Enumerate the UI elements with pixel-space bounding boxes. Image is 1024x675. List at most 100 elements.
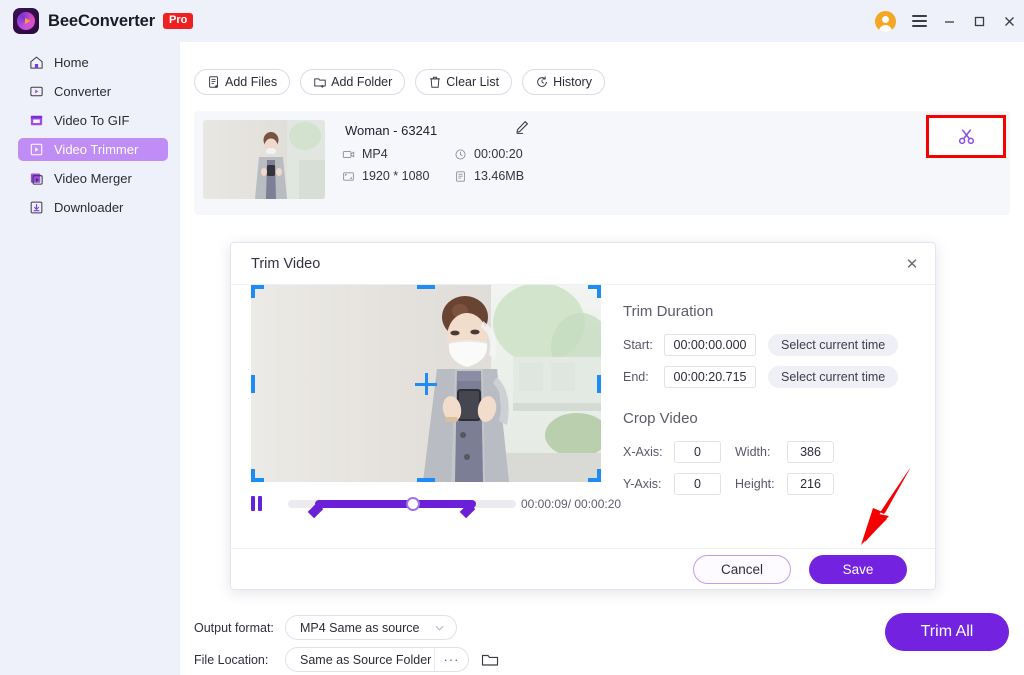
dialog-body: 00:00:09/ 00:00:20 Trim Duration Start: …: [231, 285, 935, 549]
dialog-title: Trim Video: [251, 256, 320, 272]
crop-handle-top-center[interactable]: [417, 285, 435, 289]
crop-overlay[interactable]: [251, 285, 601, 482]
file-format-value: MP4: [362, 147, 388, 161]
y-axis-row: Y-Axis: 0 Height: 216: [623, 473, 923, 495]
file-size-value: 13.46MB: [474, 169, 524, 183]
output-format-row: Output format: MP4 Same as source: [194, 615, 499, 640]
crop-center-plus-icon: [415, 373, 437, 395]
bee-converter-logo-icon: [13, 8, 39, 34]
add-folder-icon: [313, 75, 327, 89]
dialog-close-button[interactable]: ✕: [903, 255, 921, 273]
open-folder-icon[interactable]: [481, 652, 499, 668]
progress-knob[interactable]: [406, 497, 420, 511]
add-folder-button[interactable]: Add Folder: [300, 69, 405, 95]
main-content: Add Files Add Folder: [180, 42, 1024, 675]
video-thumbnail: [203, 120, 325, 199]
save-button[interactable]: Save: [809, 555, 907, 584]
trim-all-button[interactable]: Trim All: [885, 613, 1009, 651]
app-window: BeeConverter Pro: [0, 0, 1024, 675]
sidebar: Home Converter: [0, 42, 180, 675]
maximize-icon: [973, 15, 986, 28]
history-button[interactable]: History: [522, 69, 605, 95]
add-files-button[interactable]: Add Files: [194, 69, 290, 95]
start-time-row: Start: 00:00:00.000 Select current time: [623, 334, 923, 356]
cancel-button[interactable]: Cancel: [693, 555, 791, 584]
end-time-row: End: 00:00:20.715 Select current time: [623, 366, 923, 388]
button-label: Clear List: [446, 75, 499, 89]
clock-icon: [454, 148, 467, 161]
sidebar-item-converter[interactable]: Converter: [18, 80, 168, 103]
progress-track[interactable]: [288, 500, 516, 508]
crop-handle-bottom-center[interactable]: [417, 478, 435, 482]
file-location-label: File Location:: [194, 653, 285, 667]
maximize-button[interactable]: [964, 0, 994, 42]
video-preview[interactable]: [251, 285, 601, 482]
scissors-icon: [957, 127, 976, 146]
sidebar-item-home[interactable]: Home: [18, 51, 168, 74]
button-label: Add Folder: [331, 75, 392, 89]
file-duration: 00:00:20: [454, 147, 524, 161]
dialog-footer: Cancel Save: [231, 548, 935, 589]
crop-handle-top-right-v[interactable]: [597, 285, 601, 298]
sidebar-item-label: Video Merger: [54, 171, 132, 186]
file-size-icon: [454, 170, 467, 183]
file-size: 13.46MB: [454, 169, 524, 183]
pencil-edit-icon[interactable]: [514, 119, 530, 135]
width-input[interactable]: 386: [787, 441, 834, 463]
minimize-icon: [943, 15, 956, 28]
sidebar-item-label: Downloader: [54, 200, 123, 215]
cut-button-highlight[interactable]: [926, 115, 1006, 158]
width-label: Width:: [735, 445, 787, 459]
pause-icon[interactable]: [251, 496, 262, 511]
sidebar-item-video-trimmer[interactable]: Video Trimmer: [18, 138, 168, 161]
file-toolbar: Add Files Add Folder: [194, 69, 605, 95]
file-location-row: File Location: Same as Source Folder ···: [194, 647, 499, 672]
crop-handle-bottom-left-v[interactable]: [251, 469, 255, 482]
file-duration-value: 00:00:20: [474, 147, 523, 161]
end-select-current-time-button[interactable]: Select current time: [768, 366, 898, 388]
browse-dots-button[interactable]: ···: [434, 648, 468, 671]
crop-handle-bottom-right-v[interactable]: [597, 469, 601, 482]
video-to-gif-icon: [29, 113, 44, 128]
history-clock-icon: [535, 75, 549, 89]
add-files-icon: [207, 75, 221, 89]
y-axis-label: Y-Axis:: [623, 477, 674, 491]
trim-duration-title: Trim Duration: [623, 303, 923, 320]
crop-handle-right-middle[interactable]: [597, 375, 601, 393]
video-trimmer-icon: [29, 142, 44, 157]
start-label: Start:: [623, 338, 664, 352]
start-time-input[interactable]: 00:00:00.000: [664, 334, 756, 356]
button-label: Add Files: [225, 75, 277, 89]
file-list-item: Woman - 63241 MP4: [194, 111, 1010, 215]
hamburger-menu-button[interactable]: [904, 0, 934, 42]
start-select-current-time-button[interactable]: Select current time: [768, 334, 898, 356]
minimize-button[interactable]: [934, 0, 964, 42]
close-button[interactable]: [994, 0, 1024, 42]
crop-handle-top-left-v[interactable]: [251, 285, 255, 298]
height-input[interactable]: 216: [787, 473, 834, 495]
output-format-select[interactable]: MP4 Same as source: [285, 615, 457, 640]
title-bar: BeeConverter Pro: [0, 0, 1024, 42]
clear-list-button[interactable]: Clear List: [415, 69, 512, 95]
account-button[interactable]: [874, 0, 904, 42]
downloader-icon: [29, 200, 44, 215]
close-icon: [1003, 15, 1016, 28]
hamburger-menu-icon: [912, 15, 927, 27]
output-format-label: Output format:: [194, 621, 285, 635]
crop-video-title: Crop Video: [623, 410, 923, 427]
x-axis-input[interactable]: 0: [674, 441, 721, 463]
y-axis-input[interactable]: 0: [674, 473, 721, 495]
crop-handle-left-middle[interactable]: [251, 375, 255, 393]
sidebar-item-video-merger[interactable]: Video Merger: [18, 167, 168, 190]
file-resolution: 1920 * 1080: [342, 169, 454, 183]
app-title: BeeConverter: [48, 12, 155, 31]
file-metadata: MP4 00:00:20: [342, 147, 524, 183]
trash-icon: [428, 75, 442, 89]
end-time-input[interactable]: 00:00:20.715: [664, 366, 756, 388]
file-location-input[interactable]: Same as Source Folder ···: [285, 647, 469, 672]
sidebar-item-video-to-gif[interactable]: Video To GIF: [18, 109, 168, 132]
file-name: Woman - 63241: [345, 123, 437, 138]
video-format-icon: [342, 148, 355, 161]
sidebar-item-downloader[interactable]: Downloader: [18, 196, 168, 219]
x-axis-row: X-Axis: 0 Width: 386: [623, 441, 923, 463]
